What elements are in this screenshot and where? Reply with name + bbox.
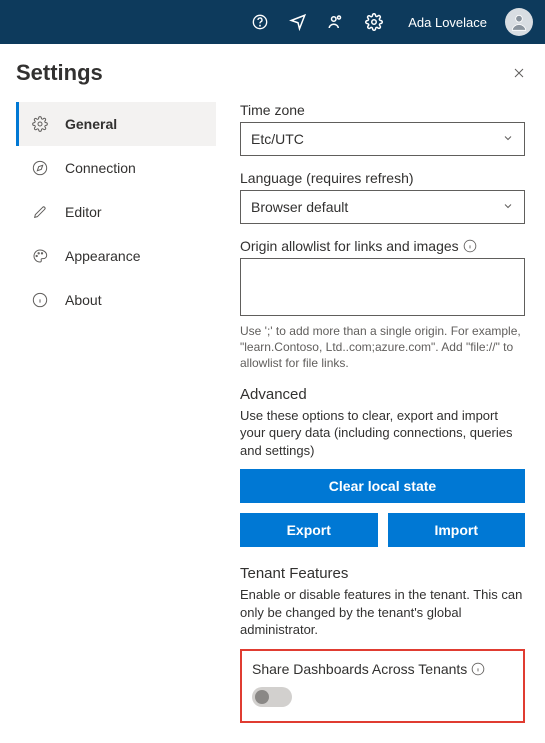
sidebar-item-label: General	[65, 116, 117, 132]
tenant-features-desc: Enable or disable features in the tenant…	[240, 586, 525, 639]
sidebar-item-label: Editor	[65, 204, 102, 220]
compass-icon	[31, 159, 49, 177]
timezone-select[interactable]: Etc/UTC	[240, 122, 525, 156]
settings-gear-icon[interactable]	[364, 12, 384, 32]
language-select[interactable]: Browser default	[240, 190, 525, 224]
close-button[interactable]	[507, 61, 531, 85]
share-dashboards-label: Share Dashboards Across Tenants	[252, 661, 513, 677]
settings-content: Time zone Etc/UTC Language (requires ref…	[240, 102, 531, 743]
info-icon[interactable]	[471, 662, 485, 676]
people-icon[interactable]	[326, 12, 346, 32]
toggle-knob	[255, 690, 269, 704]
language-label: Language (requires refresh)	[240, 170, 525, 186]
timezone-label: Time zone	[240, 102, 525, 118]
info-icon[interactable]	[463, 239, 477, 253]
timezone-value: Etc/UTC	[251, 131, 304, 147]
advanced-desc: Use these options to clear, export and i…	[240, 407, 525, 460]
palette-icon	[31, 247, 49, 265]
sidebar-item-general[interactable]: General	[16, 102, 216, 146]
help-icon[interactable]	[250, 12, 270, 32]
chevron-down-icon	[502, 131, 514, 147]
origin-allowlist-input[interactable]	[240, 258, 525, 316]
export-button[interactable]: Export	[240, 513, 378, 547]
sidebar-item-editor[interactable]: Editor	[16, 190, 216, 234]
avatar[interactable]	[505, 8, 533, 36]
share-dashboards-toggle[interactable]	[252, 687, 292, 707]
username-label[interactable]: Ada Lovelace	[408, 15, 487, 30]
clear-local-state-button[interactable]: Clear local state	[240, 469, 525, 503]
origin-allowlist-label: Origin allowlist for links and images	[240, 238, 525, 254]
sidebar-item-connection[interactable]: Connection	[16, 146, 216, 190]
settings-sidebar: General Connection Editor Appearance	[16, 102, 216, 743]
pencil-icon	[31, 203, 49, 221]
origin-allowlist-hint: Use ';' to add more than a single origin…	[240, 323, 525, 372]
sidebar-item-appearance[interactable]: Appearance	[16, 234, 216, 278]
chevron-down-icon	[502, 199, 514, 215]
language-value: Browser default	[251, 199, 348, 215]
advanced-heading: Advanced	[240, 386, 525, 403]
feedback-icon[interactable]	[288, 12, 308, 32]
top-app-bar: Ada Lovelace	[0, 0, 545, 44]
sidebar-item-label: About	[65, 292, 102, 308]
share-dashboards-highlight: Share Dashboards Across Tenants	[240, 649, 525, 723]
sidebar-item-label: Connection	[65, 160, 136, 176]
gear-icon	[31, 115, 49, 133]
sidebar-item-about[interactable]: About	[16, 278, 216, 322]
import-button[interactable]: Import	[388, 513, 526, 547]
info-icon	[31, 291, 49, 309]
tenant-features-heading: Tenant Features	[240, 565, 525, 582]
sidebar-item-label: Appearance	[65, 248, 141, 264]
panel-title: Settings	[16, 60, 103, 86]
